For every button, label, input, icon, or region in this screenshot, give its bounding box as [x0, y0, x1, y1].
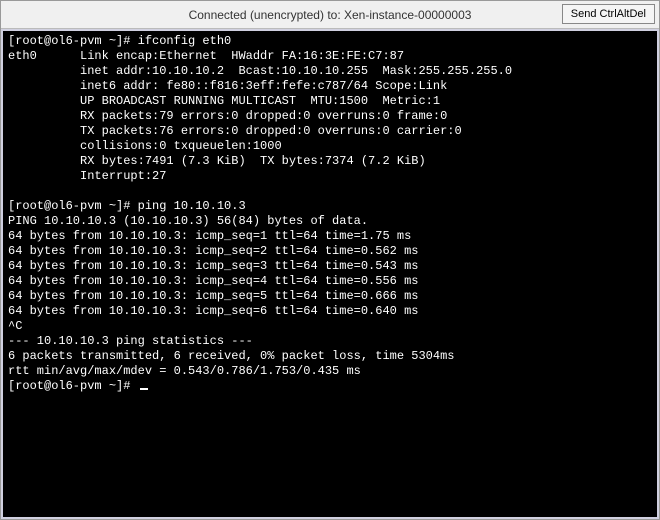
- connection-status: Connected (unencrypted) to: Xen-instance…: [189, 8, 472, 22]
- send-ctrlaltdel-button[interactable]: Send CtrlAltDel: [562, 4, 655, 24]
- titlebar: Connected (unencrypted) to: Xen-instance…: [1, 1, 659, 29]
- terminal-console[interactable]: [root@ol6-pvm ~]# ifconfig eth0 eth0 Lin…: [1, 29, 659, 519]
- cursor-icon: [140, 388, 148, 390]
- terminal-output: [root@ol6-pvm ~]# ifconfig eth0 eth0 Lin…: [8, 34, 512, 393]
